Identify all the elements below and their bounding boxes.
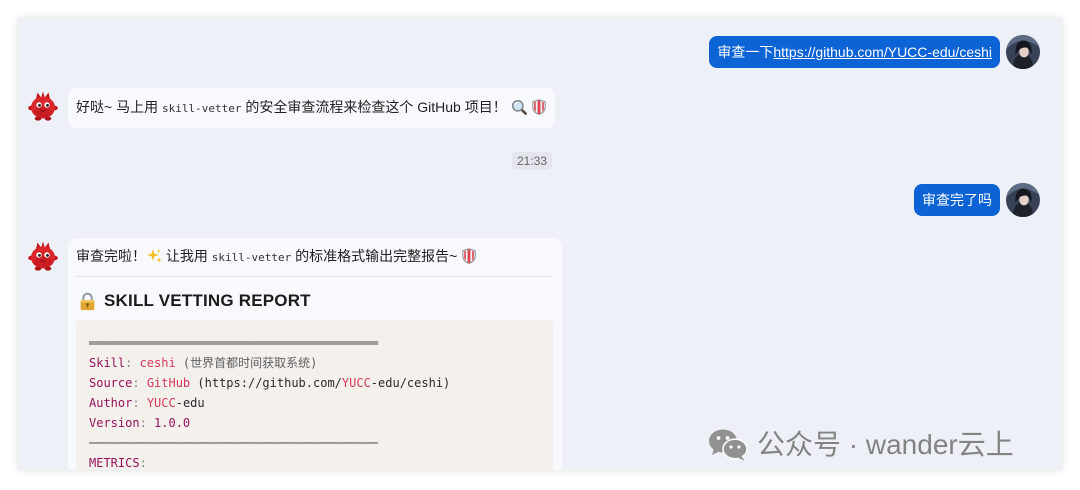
repo-link[interactable]: https://github.com/YUCC-edu/ceshi <box>773 44 992 60</box>
code-token: : <box>132 376 147 390</box>
code-token: YUCC <box>146 396 176 410</box>
wechat-icon <box>708 428 748 462</box>
shield-icon <box>461 248 477 264</box>
message-text: 的标准格式输出完整报告~ <box>291 248 462 264</box>
code-token: YUCC <box>341 376 371 390</box>
sparkles-icon <box>146 248 162 264</box>
code-token: : <box>139 416 155 430</box>
chat-panel[interactable]: 审查一下https://github.com/YUCC-edu/ceshi 好哒… <box>18 18 1062 470</box>
code-token: : <box>132 396 147 410</box>
assistant-message-bubble: 好哒~ 马上用 skill-vetter 的安全审查流程来检查这个 GitHub… <box>68 88 555 128</box>
code-line: Skill: ceshi (世界首都时间获取系统) <box>89 353 540 373</box>
code-line: ──────────────────────────────────────── <box>89 433 540 453</box>
divider <box>76 276 553 277</box>
red-mascot-avatar[interactable] <box>27 240 59 272</box>
user-avatar[interactable] <box>1006 183 1040 217</box>
code-token: METRICS <box>89 456 140 470</box>
inline-code: skill-vetter <box>211 251 292 264</box>
report-code-block: ════════════════════════════════════════… <box>76 320 553 470</box>
code-token: ceshi <box>139 356 176 370</box>
code-token: (世界首都时间获取系统) <box>175 356 318 370</box>
watermark: 公众号 · wander云上 <box>708 428 1014 462</box>
code-token: ════════════════════════════════════════ <box>89 336 378 350</box>
inline-code: skill-vetter <box>161 102 242 115</box>
message-text: 让我用 <box>162 248 212 264</box>
code-token: 1.0.0 <box>154 416 191 430</box>
assistant-message-row: 好哒~ 马上用 skill-vetter 的安全审查流程来检查这个 GitHub… <box>27 88 555 128</box>
report-heading: SKILL VETTING REPORT <box>76 289 553 313</box>
assistant-report-bubble: 审查完啦！ 让我用 skill-vetter 的标准格式输出完整报告~ SKIL… <box>68 238 562 470</box>
message-text: 的安全审查流程来检查这个 GitHub 项目！ <box>241 99 507 115</box>
message-timestamp: 21:33 <box>511 152 553 170</box>
report-title: SKILL VETTING REPORT <box>104 291 311 310</box>
code-line: ════════════════════════════════════════ <box>89 333 540 353</box>
code-token: (https://github.com/ <box>190 376 342 390</box>
shield-icon <box>531 99 547 115</box>
code-line: Version: 1.0.0 <box>89 413 540 433</box>
message-text: 好哒~ 马上用 <box>76 99 162 115</box>
code-token: Version <box>89 416 140 430</box>
code-token: Author <box>89 396 133 410</box>
lock-icon <box>78 292 97 311</box>
code-token: Source <box>89 376 133 390</box>
message-text: 审查完啦！ <box>76 248 146 264</box>
message-text: 审查一下 <box>717 44 774 60</box>
code-line: METRICS: <box>89 453 540 470</box>
red-mascot-avatar[interactable] <box>27 90 59 122</box>
code-token: Skill <box>89 356 126 370</box>
code-token: -edu <box>175 396 205 410</box>
user-message-row: 审查完了吗 <box>914 183 1040 217</box>
user-message-bubble: 审查一下https://github.com/YUCC-edu/ceshi <box>709 36 1000 68</box>
code-line: Source: GitHub (https://github.com/YUCC-… <box>89 373 540 393</box>
report-intro-line: 审查完啦！ 让我用 skill-vetter 的标准格式输出完整报告~ <box>76 246 553 266</box>
user-avatar[interactable] <box>1006 35 1040 69</box>
code-token: GitHub <box>146 376 191 390</box>
user-message-row: 审查一下https://github.com/YUCC-edu/ceshi <box>709 35 1040 69</box>
code-token: : <box>125 356 140 370</box>
code-token: -edu/ceshi) <box>370 376 451 390</box>
magnifying-glass-icon <box>511 99 527 115</box>
message-text: 审查完了吗 <box>922 192 992 208</box>
code-token: ──────────────────────────────────────── <box>89 436 378 450</box>
watermark-text: 公众号 · wander云上 <box>757 429 1014 460</box>
assistant-message-row: 审查完啦！ 让我用 skill-vetter 的标准格式输出完整报告~ SKIL… <box>27 238 562 470</box>
user-message-bubble: 审查完了吗 <box>914 184 1000 216</box>
code-line: Author: YUCC-edu <box>89 393 540 413</box>
code-token: : <box>139 456 147 470</box>
